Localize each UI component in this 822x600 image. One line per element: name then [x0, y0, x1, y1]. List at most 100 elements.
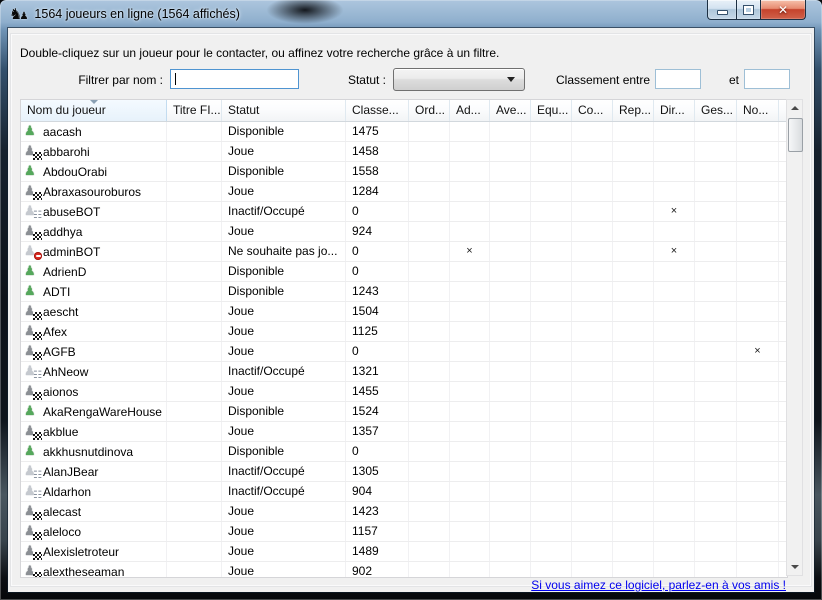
share-link[interactable]: Si vous aimez ce logiciel, parlez-en à v…	[531, 578, 786, 592]
player-dir-cell	[654, 482, 695, 501]
player-equ-cell	[531, 482, 572, 501]
player-dir-cell	[654, 542, 695, 561]
vertical-scrollbar[interactable]	[786, 99, 803, 576]
player-name-cell: ♟aacash	[21, 122, 167, 141]
maximize-button[interactable]	[737, 0, 760, 20]
player-name: Alexisletroteur	[43, 543, 119, 561]
classement-min-input[interactable]	[655, 69, 701, 89]
player-no-cell	[737, 242, 779, 261]
player-ges-cell	[695, 242, 737, 261]
player-co-cell	[572, 222, 613, 241]
player-row[interactable]: ♟aeschtJoue1504	[21, 302, 787, 322]
player-row[interactable]: ♟AlexisletroteurJoue1489	[21, 542, 787, 562]
player-row[interactable]: ♟AbdouOrabiDisponible1558	[21, 162, 787, 182]
player-row[interactable]: ♟aionosJoue1455	[21, 382, 787, 402]
player-row[interactable]: ♟akkhusnutdinovaDisponible0	[21, 442, 787, 462]
player-status-cell: Disponible	[222, 122, 346, 141]
column-header-dir[interactable]: Dir...	[654, 100, 695, 121]
player-row[interactable]: ♟AdrienDDisponible0	[21, 262, 787, 282]
column-header-co[interactable]: Co...	[572, 100, 613, 121]
player-no-cell	[737, 562, 779, 577]
player-row[interactable]: ♟☷abuseBOTInactif/Occupé0×	[21, 202, 787, 222]
player-row[interactable]: ♟ADTIDisponible1243	[21, 282, 787, 302]
scrollbar-thumb[interactable]	[788, 118, 803, 152]
player-name: AlanJBear	[43, 463, 98, 481]
column-header-name[interactable]: Nom du joueur	[21, 100, 167, 121]
player-ad-cell: ×	[450, 242, 490, 261]
player-row[interactable]: ♟adminBOTNe souhaite pas jo...0××	[21, 242, 787, 262]
classement-max-input[interactable]	[744, 69, 790, 89]
player-title-cell	[167, 242, 222, 261]
clock-badge-icon: ☷	[33, 211, 42, 221]
player-no-cell	[737, 482, 779, 501]
column-header-equ[interactable]: Equ...	[531, 100, 572, 121]
player-row[interactable]: ♟abbarohiJoue1458	[21, 142, 787, 162]
column-header-label: Ord...	[415, 103, 445, 117]
player-row[interactable]: ♟☷AldarhonInactif/Occupé904	[21, 482, 787, 502]
column-header-ave[interactable]: Ave...	[490, 100, 531, 121]
player-row[interactable]: ♟AGFBJoue0×	[21, 342, 787, 362]
playing-status-icon: ♟	[24, 504, 39, 520]
player-ord-cell	[409, 542, 450, 561]
player-rating-cell: 1423	[346, 502, 409, 521]
player-row[interactable]: ♟aacashDisponible1475	[21, 122, 787, 142]
player-row[interactable]: ♟☷AlanJBearInactif/Occupé1305	[21, 462, 787, 482]
player-ges-cell	[695, 282, 737, 301]
column-header-no[interactable]: No...	[737, 100, 779, 121]
player-status-cell: Inactif/Occupé	[222, 362, 346, 381]
player-title-cell	[167, 122, 222, 141]
player-name: abbarohi	[43, 143, 90, 161]
player-ave-cell	[490, 282, 531, 301]
titlebar[interactable]: ♞♟ 1564 joueurs en ligne (1564 affichés)…	[0, 0, 822, 28]
player-ad-cell	[450, 482, 490, 501]
minimize-button[interactable]	[707, 0, 737, 20]
scroll-down-button[interactable]	[787, 559, 802, 575]
player-row[interactable]: ♟alelocoJoue1157	[21, 522, 787, 542]
column-header-rep[interactable]: Rep...	[613, 100, 654, 121]
player-name: Aldarhon	[43, 483, 91, 501]
player-row[interactable]: ♟alextheseamanJoue902	[21, 562, 787, 577]
player-title-cell	[167, 202, 222, 221]
column-header-ord[interactable]: Ord...	[409, 100, 450, 121]
available-status-icon: ♟	[24, 404, 39, 420]
player-ad-cell	[450, 542, 490, 561]
player-name-cell: ♟aionos	[21, 382, 167, 401]
player-name: ADTI	[43, 283, 70, 301]
column-header-titre[interactable]: Titre FI...	[167, 100, 222, 121]
player-row[interactable]: ♟akblueJoue1357	[21, 422, 787, 442]
filter-name-input[interactable]	[170, 69, 299, 89]
player-status-cell: Joue	[222, 302, 346, 321]
player-equ-cell	[531, 462, 572, 481]
player-no-cell	[737, 362, 779, 381]
player-ave-cell	[490, 142, 531, 161]
player-ord-cell	[409, 202, 450, 221]
player-ad-cell	[450, 282, 490, 301]
player-row[interactable]: ♟☷AhNeowInactif/Occupé1321	[21, 362, 787, 382]
player-row[interactable]: ♟AbraxasouroburosJoue1284	[21, 182, 787, 202]
player-ad-cell	[450, 182, 490, 201]
player-ord-cell	[409, 222, 450, 241]
player-ges-cell	[695, 402, 737, 421]
column-header-label: Titre FI...	[173, 103, 221, 117]
players-listview: Nom du joueur Titre FI...StatutClasse... O…	[20, 99, 788, 578]
player-ges-cell	[695, 122, 737, 141]
player-row[interactable]: ♟AkaRengaWareHouseDisponible1524	[21, 402, 787, 422]
player-name-cell: ♟alecast	[21, 502, 167, 521]
window-title: 1564 joueurs en ligne (1564 affichés)	[34, 7, 239, 21]
close-button[interactable]: ✕	[760, 0, 806, 20]
playing-status-icon: ♟	[24, 304, 39, 320]
player-status-cell: Joue	[222, 542, 346, 561]
column-header-ges[interactable]: Ges...	[695, 100, 737, 121]
player-no-cell	[737, 542, 779, 561]
player-row[interactable]: ♟addhyaJoue924	[21, 222, 787, 242]
column-header-statut[interactable]: Statut	[222, 100, 346, 121]
statut-dropdown[interactable]	[393, 68, 525, 91]
player-name: AdrienD	[43, 263, 86, 281]
column-header-ad[interactable]: Ad...	[450, 100, 490, 121]
scroll-up-button[interactable]	[787, 100, 802, 116]
column-header-classement[interactable]: Classe...	[346, 100, 409, 121]
player-row[interactable]: ♟AfexJoue1125	[21, 322, 787, 342]
player-row[interactable]: ♟alecastJoue1423	[21, 502, 787, 522]
player-ad-cell	[450, 322, 490, 341]
pawn-icon: ♟	[24, 264, 36, 280]
